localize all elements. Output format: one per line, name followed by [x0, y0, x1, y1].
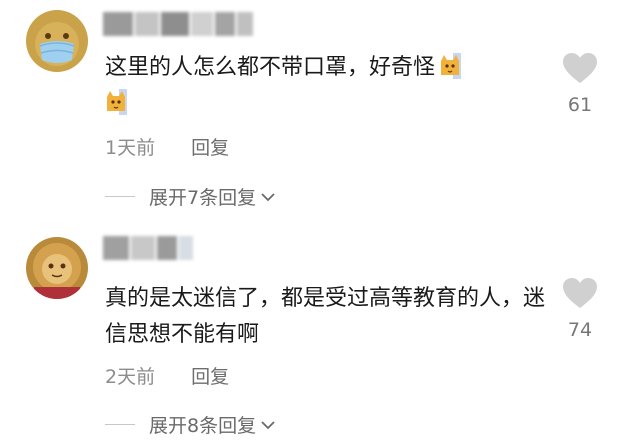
username-blurred[interactable] [103, 12, 253, 36]
avatar[interactable] [26, 237, 88, 299]
expand-replies-label: 展开7条回复 [149, 187, 257, 209]
like-count: 61 [567, 94, 593, 116]
comment-text: 这里的人怎么都不带口罩，好奇怪 [105, 50, 545, 122]
cat-emoji-icon [105, 89, 127, 115]
like-count: 74 [567, 319, 593, 341]
comment-time: 1天前 [105, 137, 156, 159]
expand-replies-label: 展开8条回复 [149, 415, 257, 437]
cat-emoji-icon [439, 53, 462, 79]
comment-item: 真的是太迷信了，都是受过高等教育的人，迷信思想不能有啊 74 2天前 回复 展开… [0, 225, 620, 448]
divider-line [105, 196, 135, 197]
comment-meta: 1天前 回复 [105, 133, 229, 160]
heart-icon [563, 53, 597, 83]
reply-button[interactable]: 回复 [191, 137, 229, 159]
comment-text: 真的是太迷信了，都是受过高等教育的人，迷信思想不能有啊 [105, 286, 546, 347]
like-button[interactable]: 61 [560, 52, 600, 116]
comment-time: 2天前 [105, 366, 156, 388]
reply-button[interactable]: 回复 [191, 366, 229, 388]
expand-replies-button[interactable]: 展开7条回复 [105, 183, 276, 210]
chevron-down-icon [261, 192, 275, 201]
heart-icon [563, 278, 597, 308]
chevron-down-icon [261, 420, 275, 429]
comment-meta: 2天前 回复 [105, 362, 229, 389]
avatar[interactable] [26, 10, 88, 72]
expand-replies-button[interactable]: 展开8条回复 [105, 411, 276, 438]
divider-line [105, 424, 135, 425]
comment-item: 这里的人怎么都不带口罩，好奇怪 61 1天前 回复 展开7条回复 [0, 0, 620, 225]
like-button[interactable]: 74 [560, 277, 600, 341]
username-blurred[interactable] [103, 236, 193, 260]
